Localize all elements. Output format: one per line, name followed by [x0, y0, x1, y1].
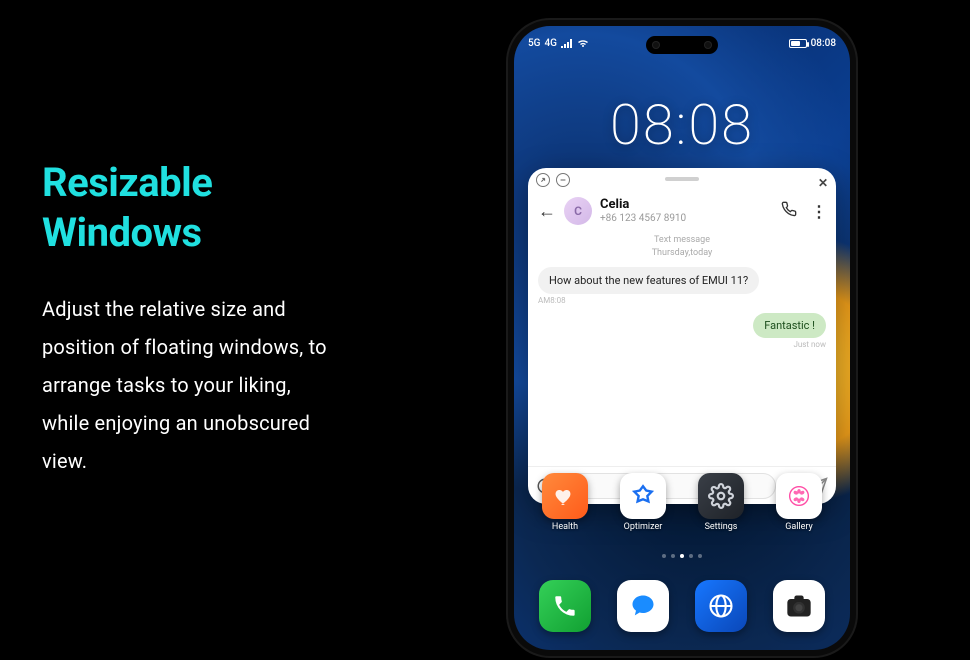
optimizer-icon: [620, 473, 666, 519]
lock-clock: 08:08: [514, 92, 850, 158]
incoming-timestamp: AM8:08: [538, 296, 826, 305]
dock-messages-icon[interactable]: [617, 580, 669, 632]
health-icon: [542, 473, 588, 519]
battery-icon: [789, 39, 807, 48]
feature-description: Adjust the relative size and position of…: [42, 290, 342, 480]
wifi-icon: [577, 38, 589, 48]
collapse-icon[interactable]: [556, 173, 570, 187]
incoming-message[interactable]: How about the new features of EMUI 11?: [538, 267, 759, 294]
message-thread[interactable]: How about the new features of EMUI 11? A…: [528, 259, 836, 466]
thread-meta: Text message Thursday,today: [528, 234, 836, 259]
dock-camera-icon[interactable]: [773, 580, 825, 632]
dock-browser-icon[interactable]: [695, 580, 747, 632]
minimize-icon[interactable]: [536, 173, 550, 187]
avatar[interactable]: C: [564, 197, 592, 225]
close-icon[interactable]: ✕: [818, 176, 828, 190]
app-gallery[interactable]: Gallery: [771, 473, 827, 532]
app-label: Optimizer: [624, 522, 663, 532]
app-label: Gallery: [785, 522, 813, 532]
dock-phone-icon[interactable]: [539, 580, 591, 632]
contact-name: Celia: [600, 198, 773, 213]
back-arrow-icon[interactable]: ←: [538, 201, 556, 222]
app-label: Health: [552, 522, 578, 532]
phone-frame: 5G 4G 08:08 08:08: [506, 18, 858, 658]
contact-phone: +86 123 4567 8910: [600, 213, 773, 225]
network-4g-icon: 4G: [545, 38, 558, 49]
settings-icon: [698, 473, 744, 519]
app-label: Settings: [705, 522, 738, 532]
app-health[interactable]: Health: [537, 473, 593, 532]
call-icon[interactable]: [781, 201, 797, 221]
outgoing-timestamp: Just now: [538, 340, 826, 349]
signal-icon: [561, 38, 573, 48]
drag-handle[interactable]: [665, 177, 699, 181]
app-optimizer[interactable]: Optimizer: [615, 473, 671, 532]
network-5g-icon: 5G: [528, 38, 541, 49]
conversation-header: ← C Celia +86 123 4567 8910 ⋮: [528, 190, 836, 232]
page-indicator[interactable]: [514, 554, 850, 558]
status-bar: 5G 4G 08:08: [514, 32, 850, 54]
status-time: 08:08: [811, 38, 836, 49]
phone-screen: 5G 4G 08:08 08:08: [514, 26, 850, 650]
floating-window[interactable]: ✕ ← C Celia +86 123 4567 8910 ⋮ Text: [528, 168, 836, 504]
home-apps-row: Health Optimizer Settings Gallery: [514, 473, 850, 532]
app-settings[interactable]: Settings: [693, 473, 749, 532]
dock: [514, 580, 850, 632]
more-icon[interactable]: ⋮: [811, 202, 826, 221]
gallery-icon: [776, 473, 822, 519]
floating-window-handle-bar[interactable]: ✕: [528, 168, 836, 190]
outgoing-message[interactable]: Fantastic !: [753, 313, 826, 338]
feature-title: Resizable Windows: [42, 158, 212, 258]
